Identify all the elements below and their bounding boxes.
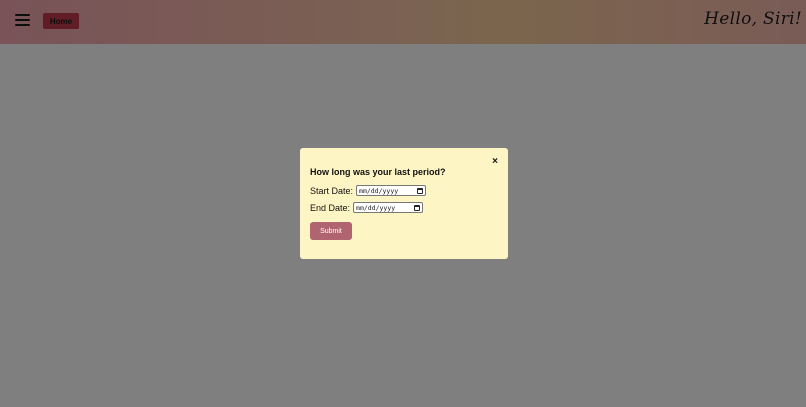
period-modal: × How long was your last period? Start D…	[300, 148, 508, 259]
start-date-placeholder: mm/dd/yyyy	[359, 186, 399, 195]
close-icon[interactable]: ×	[492, 157, 498, 167]
modal-title: How long was your last period?	[310, 167, 446, 177]
calendar-icon[interactable]	[417, 187, 424, 194]
submit-button[interactable]: Submit	[310, 222, 352, 240]
start-date-label: Start Date:	[310, 185, 354, 196]
end-date-input[interactable]: mm/dd/yyyy	[353, 202, 424, 213]
end-date-label: End Date:	[310, 202, 351, 213]
start-date-input[interactable]: mm/dd/yyyy	[356, 185, 427, 196]
end-date-placeholder: mm/dd/yyyy	[356, 203, 396, 212]
start-date-row: Start Date: mm/dd/yyyy	[310, 185, 427, 196]
calendar-icon[interactable]	[414, 204, 421, 211]
end-date-row: End Date: mm/dd/yyyy	[310, 202, 424, 213]
